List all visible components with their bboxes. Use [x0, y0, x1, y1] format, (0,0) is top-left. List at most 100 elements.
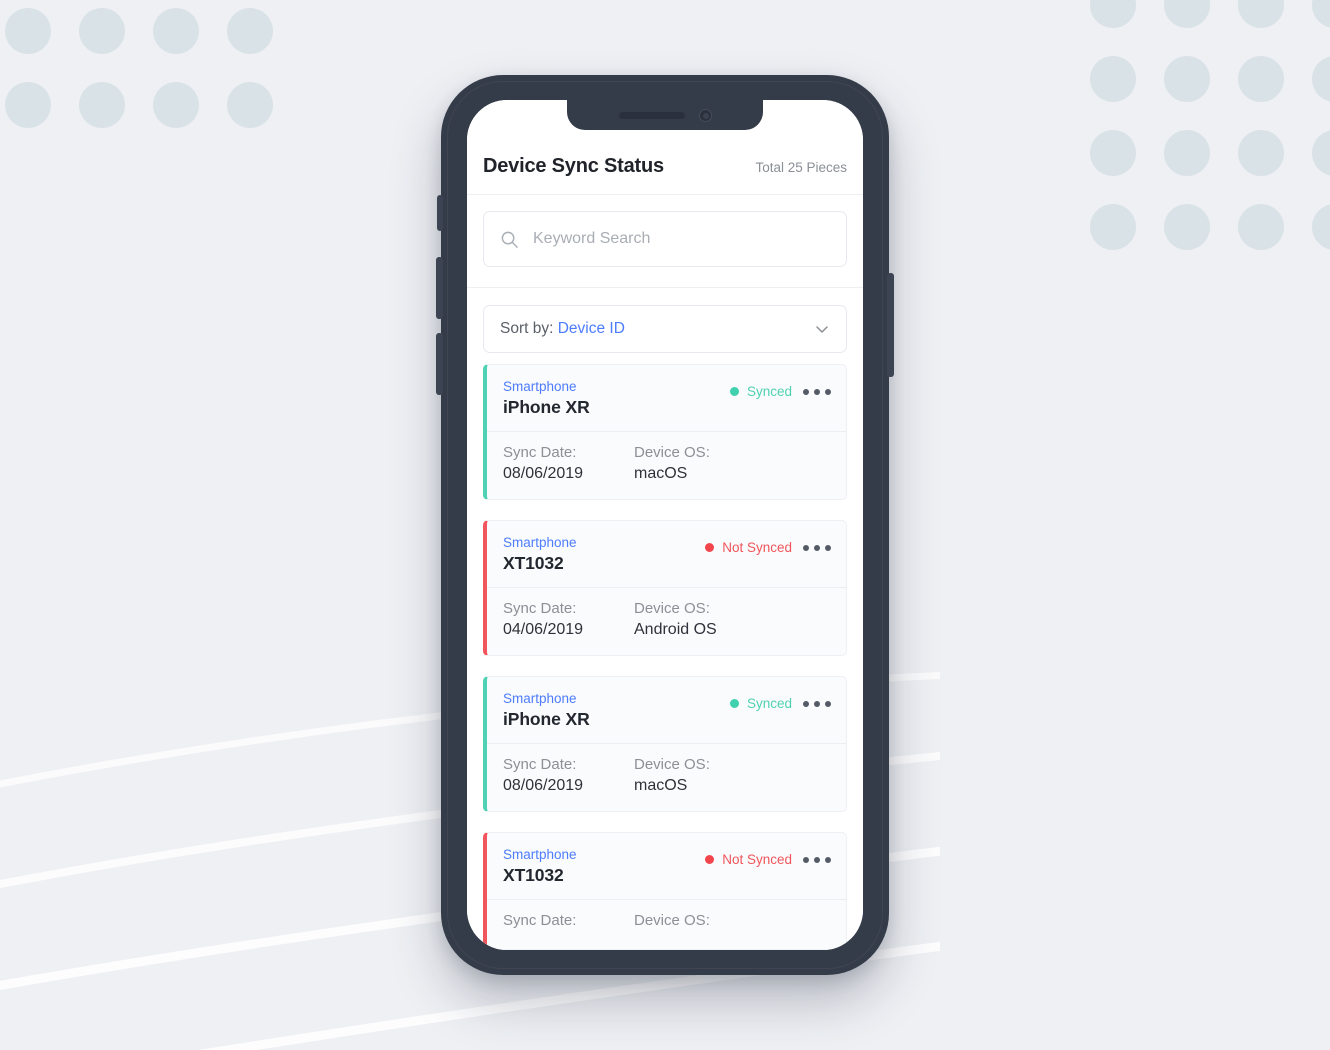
device-os-label: Device OS:: [634, 444, 710, 461]
device-card-meta: Sync Date: Device OS:: [487, 900, 846, 949]
sort-value: Device ID: [557, 320, 625, 337]
search-icon: [501, 231, 518, 248]
decor-dot: [1238, 56, 1284, 102]
decor-dot: [1164, 130, 1210, 176]
device-os-label: Device OS:: [634, 600, 710, 617]
status-dot-icon: [729, 387, 739, 396]
decor-dot: [1238, 0, 1284, 28]
device-card-meta: Sync Date: 08/06/2019 Device OS: macOS: [487, 432, 846, 499]
page-title: Device Sync Status: [483, 155, 664, 177]
decorative-dot-grid-right: [1090, 0, 1330, 250]
more-options-icon[interactable]: [801, 853, 833, 867]
decor-dot: [1090, 56, 1136, 102]
decor-dot: [1238, 130, 1284, 176]
device-card[interactable]: Smartphone XT1032 Not Synced Sync Date: …: [483, 832, 847, 950]
status-label: Not Synced: [722, 852, 792, 867]
phone-volume-up-button[interactable]: [436, 257, 443, 319]
device-type-link[interactable]: Smartphone: [503, 691, 590, 706]
decor-dot: [1090, 0, 1136, 28]
sort-label-wrap: Sort by: Device ID: [500, 320, 625, 338]
total-count-label: Total 25 Pieces: [755, 160, 847, 175]
decor-dot: [227, 82, 273, 128]
status-label: Synced: [746, 384, 792, 399]
device-card-header: Smartphone iPhone XR Synced: [487, 365, 846, 432]
status-dot-icon: [705, 543, 715, 552]
status-dot-icon: [729, 699, 739, 708]
device-type-link[interactable]: Smartphone: [503, 535, 577, 550]
device-os-label: Device OS:: [634, 912, 710, 929]
device-os-field: Device OS: macOS: [634, 444, 765, 483]
device-os-field: Device OS: Android OS: [634, 600, 765, 639]
decor-dot: [79, 82, 125, 128]
more-options-icon[interactable]: [801, 385, 833, 399]
more-options-icon[interactable]: [801, 697, 833, 711]
decor-dot: [153, 8, 199, 54]
sort-label: Sort by:: [500, 320, 554, 337]
chevron-down-icon: [816, 326, 828, 333]
sync-date-value: 04/06/2019: [503, 621, 584, 638]
decorative-dot-grid-left: [5, 8, 273, 128]
device-model: XT1032: [503, 553, 564, 573]
device-card-actions: Not Synced: [705, 535, 833, 555]
decor-dot: [1164, 0, 1210, 28]
device-card-meta: Sync Date: 04/06/2019 Device OS: Android…: [487, 588, 846, 655]
sync-date-value: 08/06/2019: [503, 465, 584, 482]
device-card-header: Smartphone iPhone XR Synced: [487, 677, 846, 744]
device-type-link[interactable]: Smartphone: [503, 379, 590, 394]
search-box[interactable]: [483, 211, 847, 267]
decor-dot: [1312, 204, 1330, 250]
device-sync-app: Device Sync Status Total 25 Pieces Sort: [467, 100, 863, 950]
device-identity: Smartphone XT1032: [503, 535, 577, 574]
decor-dot: [79, 8, 125, 54]
front-camera-icon: [698, 108, 712, 122]
device-os-label: Device OS:: [634, 756, 710, 773]
decor-dot: [1164, 204, 1210, 250]
device-os-field: Device OS:: [634, 912, 765, 933]
phone-mockup: Device Sync Status Total 25 Pieces Sort: [436, 75, 894, 975]
more-options-icon[interactable]: [801, 541, 833, 555]
decor-dot: [227, 8, 273, 54]
decor-dot: [1164, 56, 1210, 102]
device-model: iPhone XR: [503, 397, 590, 417]
decor-dot: [1312, 130, 1330, 176]
phone-silent-switch[interactable]: [437, 195, 443, 231]
device-identity: Smartphone XT1032: [503, 847, 577, 886]
search-section: [467, 195, 863, 288]
phone-volume-down-button[interactable]: [436, 333, 443, 395]
device-card-list[interactable]: Smartphone iPhone XR Synced Sync Date: 0…: [467, 364, 863, 950]
device-card-meta: Sync Date: 08/06/2019 Device OS: macOS: [487, 744, 846, 811]
decor-dot: [5, 8, 51, 54]
sync-date-label: Sync Date:: [503, 756, 577, 773]
device-card-actions: Not Synced: [705, 847, 833, 867]
sync-date-label: Sync Date:: [503, 912, 577, 929]
sync-date-field: Sync Date:: [503, 912, 634, 933]
sort-dropdown[interactable]: Sort by: Device ID: [483, 305, 847, 353]
search-input[interactable]: [533, 230, 830, 248]
decor-dot: [1090, 130, 1136, 176]
sync-date-field: Sync Date: 04/06/2019: [503, 600, 634, 639]
sort-section: Sort by: Device ID: [467, 288, 863, 364]
decor-dot: [1312, 0, 1330, 28]
decor-dot: [5, 82, 51, 128]
device-identity: Smartphone iPhone XR: [503, 691, 590, 730]
device-card-actions: Synced: [729, 379, 833, 399]
device-card[interactable]: Smartphone iPhone XR Synced Sync Date: 0…: [483, 676, 847, 812]
device-card[interactable]: Smartphone iPhone XR Synced Sync Date: 0…: [483, 364, 847, 500]
phone-screen: Device Sync Status Total 25 Pieces Sort: [467, 100, 863, 950]
sync-date-field: Sync Date: 08/06/2019: [503, 444, 634, 483]
device-card[interactable]: Smartphone XT1032 Not Synced Sync Date: …: [483, 520, 847, 656]
device-card-header: Smartphone XT1032 Not Synced: [487, 521, 846, 588]
phone-power-button[interactable]: [887, 273, 894, 377]
status-badge: Not Synced: [705, 852, 792, 867]
device-type-link[interactable]: Smartphone: [503, 847, 577, 862]
status-badge: Not Synced: [705, 540, 792, 555]
status-badge: Synced: [729, 696, 792, 711]
status-dot-icon: [705, 855, 715, 864]
status-label: Not Synced: [722, 540, 792, 555]
sync-date-field: Sync Date: 08/06/2019: [503, 756, 634, 795]
decor-dot: [1312, 56, 1330, 102]
device-card-header: Smartphone XT1032 Not Synced: [487, 833, 846, 900]
device-model: iPhone XR: [503, 709, 590, 729]
device-identity: Smartphone iPhone XR: [503, 379, 590, 418]
device-os-value: Android OS: [634, 621, 717, 638]
